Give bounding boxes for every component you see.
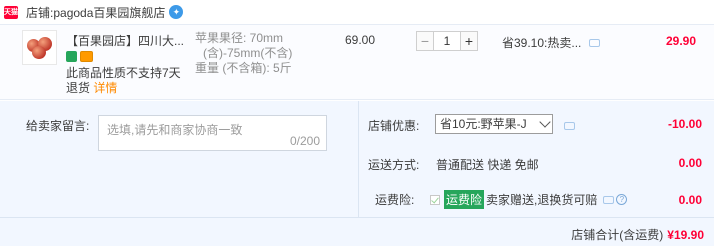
notice-text: 此商品性质不支持7天退货 <box>66 66 181 95</box>
message-placeholder: 选填,请先和商家协商一致 <box>107 123 243 137</box>
insurance-label: 运费险: <box>375 193 415 207</box>
tag-card-icon <box>80 51 93 62</box>
order-options-panel: 给卖家留言: 选填,请先和商家协商一致 0/200 店铺优惠: 省10元:野苹果… <box>0 101 714 246</box>
coupon-select[interactable]: 省10元:野苹果-J <box>435 114 553 134</box>
insurance-tag: 运费险 <box>444 190 485 209</box>
coupon-amount: -10.00 <box>667 117 702 131</box>
tmall-badge-icon: 天猫 <box>4 5 18 19</box>
shipping-amount: 0.00 <box>678 156 702 170</box>
discount-info-icon[interactable] <box>589 38 601 47</box>
unit-price: 69.00 <box>345 33 376 47</box>
quantity-decrease-button[interactable]: − <box>416 31 434 51</box>
spec-line-weight: 重量 (不含箱): 5斤 <box>195 61 292 75</box>
message-counter: 0/200 <box>289 134 320 148</box>
product-thumbnail[interactable] <box>22 30 57 65</box>
quantity-input[interactable]: 1 <box>434 31 460 51</box>
spec-line-diameter: 苹果果径: 70mm <box>195 31 284 45</box>
shipping-label: 运送方式: <box>368 158 420 172</box>
shop-total: 店铺合计(含运费) ¥19.90 <box>571 226 704 243</box>
item-discount: 省39.10:热卖... <box>502 34 601 51</box>
product-tags <box>66 51 93 62</box>
message-label: 给卖家留言: <box>26 119 90 133</box>
product-spec: 苹果果径: 70mm (含)-75mm(不含) 重量 (不含箱): 5斤 <box>195 31 325 76</box>
notice-detail-link[interactable]: 详情 <box>93 81 117 95</box>
coupon-selected-value: 省10元:野苹果-J <box>440 117 527 131</box>
shipping-method: 普通配送 快递 免邮 <box>436 158 539 172</box>
item-subtotal: 29.90 <box>665 34 696 48</box>
chat-icon[interactable]: ✦ <box>169 5 184 19</box>
shop-total-bar: 店铺合计(含运费) ¥19.90 <box>0 217 714 246</box>
tag-green-icon <box>66 51 77 62</box>
chevron-down-icon <box>539 116 551 128</box>
coupon-label: 店铺优惠: <box>368 119 420 133</box>
spec-line-range: (含)-75mm(不含) <box>203 46 293 60</box>
panel-divider <box>358 101 359 217</box>
product-title-link[interactable]: 【百果园店】四川大... <box>66 32 184 49</box>
insurance-checkbox[interactable] <box>430 194 440 205</box>
help-icon[interactable]: ? <box>616 194 628 205</box>
quantity-increase-button[interactable]: + <box>460 31 478 51</box>
total-label: 店铺合计(含运费) <box>571 228 664 242</box>
total-amount: ¥19.90 <box>667 228 704 242</box>
insurance-chat-icon[interactable] <box>603 195 615 204</box>
quantity-stepper: − 1 + <box>416 31 478 51</box>
order-item-row: 【百果园店】四川大... 此商品性质不支持7天退货 详情 苹果果径: 70mm … <box>0 24 714 100</box>
discount-text: 省39.10:热卖... <box>502 36 582 50</box>
coupon-info-icon[interactable] <box>564 122 575 130</box>
shop-name-link[interactable]: pagoda百果园旗舰店 <box>53 4 165 21</box>
shop-label: 店铺: <box>26 5 54 20</box>
insurance-info: ? <box>603 194 628 205</box>
apple-thumbnail-icon <box>26 36 53 59</box>
insurance-option: 运费险 卖家赠送,退换货可赔 ? <box>430 190 628 209</box>
seller-message-input[interactable]: 选填,请先和商家协商一致 0/200 <box>98 115 327 151</box>
insurance-text: 卖家赠送,退换货可赔 <box>486 193 598 207</box>
insurance-amount: 0.00 <box>678 193 702 207</box>
return-policy-notice: 此商品性质不支持7天退货 详情 <box>66 66 191 96</box>
shop-header: 天猫 店铺: pagoda百果园旗舰店 ✦ <box>0 0 714 24</box>
